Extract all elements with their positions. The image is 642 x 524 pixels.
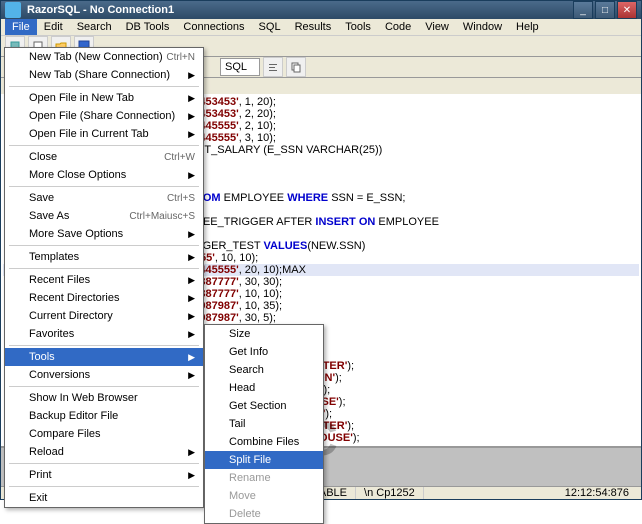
- submenu-item-split-file[interactable]: Split File: [205, 451, 323, 469]
- menu-item-open-file-in-new-tab[interactable]: Open File in New Tab▶: [5, 89, 203, 107]
- menu-item-open-file-in-current-tab[interactable]: Open File in Current Tab▶: [5, 125, 203, 143]
- submenu-arrow-icon: ▶: [188, 370, 195, 381]
- menu-code[interactable]: Code: [378, 19, 418, 35]
- menu-edit[interactable]: Edit: [37, 19, 70, 35]
- menu-file[interactable]: File: [5, 19, 37, 35]
- menu-item-print[interactable]: Print▶: [5, 466, 203, 484]
- file-menu-dropdown: New Tab (New Connection)Ctrl+NNew Tab (S…: [4, 47, 204, 508]
- menu-tools[interactable]: Tools: [338, 19, 378, 35]
- app-icon: [5, 2, 21, 18]
- menu-separator: [9, 463, 199, 464]
- menu-item-exit[interactable]: Exit: [5, 489, 203, 507]
- menu-item-show-in-web-browser[interactable]: Show In Web Browser: [5, 389, 203, 407]
- submenu-item-delete: Delete: [205, 505, 323, 523]
- menu-db-tools[interactable]: DB Tools: [119, 19, 177, 35]
- menu-item-templates[interactable]: Templates▶: [5, 248, 203, 266]
- submenu-item-move: Move: [205, 487, 323, 505]
- menu-item-open-file-share-connection-[interactable]: Open File (Share Connection)▶: [5, 107, 203, 125]
- minimize-button[interactable]: _: [573, 1, 593, 19]
- menu-separator: [9, 145, 199, 146]
- menu-item-favorites[interactable]: Favorites▶: [5, 325, 203, 343]
- menu-view[interactable]: View: [418, 19, 456, 35]
- titlebar[interactable]: RazorSQL - No Connection1 _ □ ✕: [1, 1, 641, 19]
- submenu-arrow-icon: ▶: [188, 470, 195, 481]
- window-title: RazorSQL - No Connection1: [27, 4, 573, 16]
- format-icon[interactable]: [263, 57, 283, 77]
- submenu-arrow-icon: ▶: [188, 447, 195, 458]
- menu-item-current-directory[interactable]: Current Directory▶: [5, 307, 203, 325]
- submenu-arrow-icon: ▶: [188, 352, 195, 363]
- submenu-item-size[interactable]: Size: [205, 325, 323, 343]
- menu-item-reload[interactable]: Reload▶: [5, 443, 203, 461]
- menu-results[interactable]: Results: [288, 19, 339, 35]
- menu-separator: [9, 186, 199, 187]
- submenu-item-rename: Rename: [205, 469, 323, 487]
- menu-item-new-tab-new-connection-[interactable]: New Tab (New Connection)Ctrl+N: [5, 48, 203, 66]
- submenu-arrow-icon: ▶: [188, 329, 195, 340]
- menu-item-compare-files[interactable]: Compare Files: [5, 425, 203, 443]
- menu-connections[interactable]: Connections: [176, 19, 251, 35]
- maximize-button[interactable]: □: [595, 1, 615, 19]
- submenu-arrow-icon: ▶: [188, 70, 195, 81]
- menu-item-tools[interactable]: Tools▶: [5, 348, 203, 366]
- menu-item-recent-directories[interactable]: Recent Directories▶: [5, 289, 203, 307]
- copy-icon[interactable]: [286, 57, 306, 77]
- menu-item-conversions[interactable]: Conversions▶: [5, 366, 203, 384]
- menu-sql[interactable]: SQL: [252, 19, 288, 35]
- submenu-item-combine-files[interactable]: Combine Files: [205, 433, 323, 451]
- submenu-arrow-icon: ▶: [188, 129, 195, 140]
- language-select[interactable]: SQL: [220, 58, 260, 76]
- menu-item-more-close-options[interactable]: More Close Options▶: [5, 166, 203, 184]
- menu-search[interactable]: Search: [70, 19, 119, 35]
- submenu-arrow-icon: ▶: [188, 170, 195, 181]
- submenu-arrow-icon: ▶: [188, 311, 195, 322]
- menu-help[interactable]: Help: [509, 19, 546, 35]
- submenu-item-search[interactable]: Search: [205, 361, 323, 379]
- menubar: FileEditSearchDB ToolsConnectionsSQLResu…: [1, 19, 641, 36]
- menu-item-save-as[interactable]: Save AsCtrl+Maiusc+S: [5, 207, 203, 225]
- menu-window[interactable]: Window: [456, 19, 509, 35]
- menu-separator: [9, 486, 199, 487]
- submenu-arrow-icon: ▶: [188, 275, 195, 286]
- close-button[interactable]: ✕: [617, 1, 637, 19]
- menu-item-backup-editor-file[interactable]: Backup Editor File: [5, 407, 203, 425]
- menu-separator: [9, 268, 199, 269]
- menu-item-more-save-options[interactable]: More Save Options▶: [5, 225, 203, 243]
- submenu-item-tail[interactable]: Tail: [205, 415, 323, 433]
- tools-submenu-dropdown: SizeGet InfoSearchHeadGet SectionTailCom…: [204, 324, 324, 524]
- submenu-arrow-icon: ▶: [188, 229, 195, 240]
- menu-item-new-tab-share-connection-[interactable]: New Tab (Share Connection)▶: [5, 66, 203, 84]
- status-time: 12:12:54:876: [557, 487, 637, 499]
- submenu-item-get-section[interactable]: Get Section: [205, 397, 323, 415]
- submenu-arrow-icon: ▶: [188, 111, 195, 122]
- submenu-item-get-info[interactable]: Get Info: [205, 343, 323, 361]
- menu-separator: [9, 345, 199, 346]
- submenu-arrow-icon: ▶: [188, 252, 195, 263]
- menu-separator: [9, 245, 199, 246]
- submenu-arrow-icon: ▶: [188, 293, 195, 304]
- menu-item-close[interactable]: CloseCtrl+W: [5, 148, 203, 166]
- menu-item-recent-files[interactable]: Recent Files▶: [5, 271, 203, 289]
- menu-item-save[interactable]: SaveCtrl+S: [5, 189, 203, 207]
- submenu-arrow-icon: ▶: [188, 93, 195, 104]
- submenu-item-head[interactable]: Head: [205, 379, 323, 397]
- status-encoding: \n Cp1252: [356, 487, 424, 499]
- menu-separator: [9, 86, 199, 87]
- menu-separator: [9, 386, 199, 387]
